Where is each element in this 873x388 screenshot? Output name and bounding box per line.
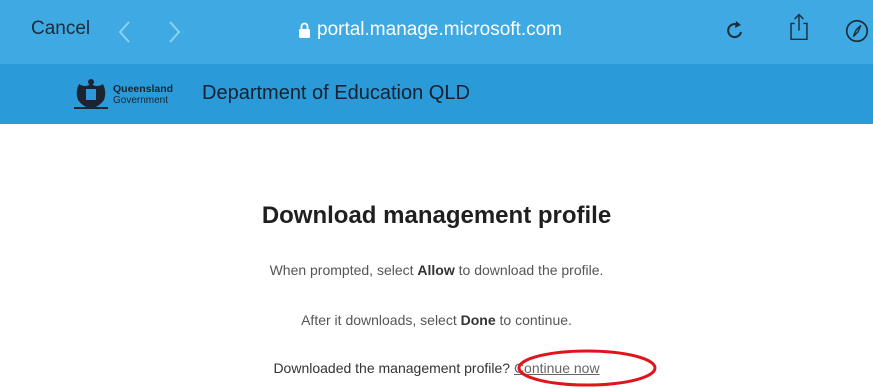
browser-toolbar: Cancel portal.manage.microsoft.com [0,0,873,64]
qld-government-logo: Queensland Government [72,78,173,112]
logo-line-2: Government [113,95,169,106]
continue-prompt: Downloaded the management profile? Conti… [0,360,873,376]
logo-line-1: Queensland [113,83,174,95]
site-header: Queensland Government Department of Educ… [0,64,873,124]
coat-of-arms-icon [74,79,108,109]
main-content: Download management profile When prompte… [0,124,873,388]
instruction-done: After it downloads, select Done to conti… [0,312,873,328]
logo-wordmark: Queensland Government [113,83,174,107]
reload-icon[interactable] [721,16,749,46]
lock-icon [299,22,310,38]
instruction-done-post: to continue. [495,312,572,328]
allow-keyword: Allow [417,262,455,278]
chevron-right-icon[interactable] [165,18,183,46]
continue-question: Downloaded the management profile? [273,360,514,376]
instruction-allow-pre: When prompted, select [269,262,418,278]
instruction-allow: When prompted, select Allow to download … [0,262,873,278]
page-title: Download management profile [261,202,612,229]
address-bar[interactable]: portal.manage.microsoft.com [298,17,562,43]
page: Cancel portal.manage.microsoft.com Queen… [0,0,873,388]
done-keyword: Done [460,312,496,328]
cancel-button[interactable]: Cancel [31,18,90,40]
share-icon[interactable] [785,12,813,42]
chevron-left-icon[interactable] [116,18,134,46]
site-title: Department of Education QLD [202,82,470,104]
instruction-allow-post: to download the profile. [454,262,604,278]
instruction-done-pre: After it downloads, select [301,312,461,328]
address-text: portal.manage.microsoft.com [317,19,562,40]
continue-now-link[interactable]: Continue now [514,360,600,376]
compass-icon[interactable] [843,16,871,46]
